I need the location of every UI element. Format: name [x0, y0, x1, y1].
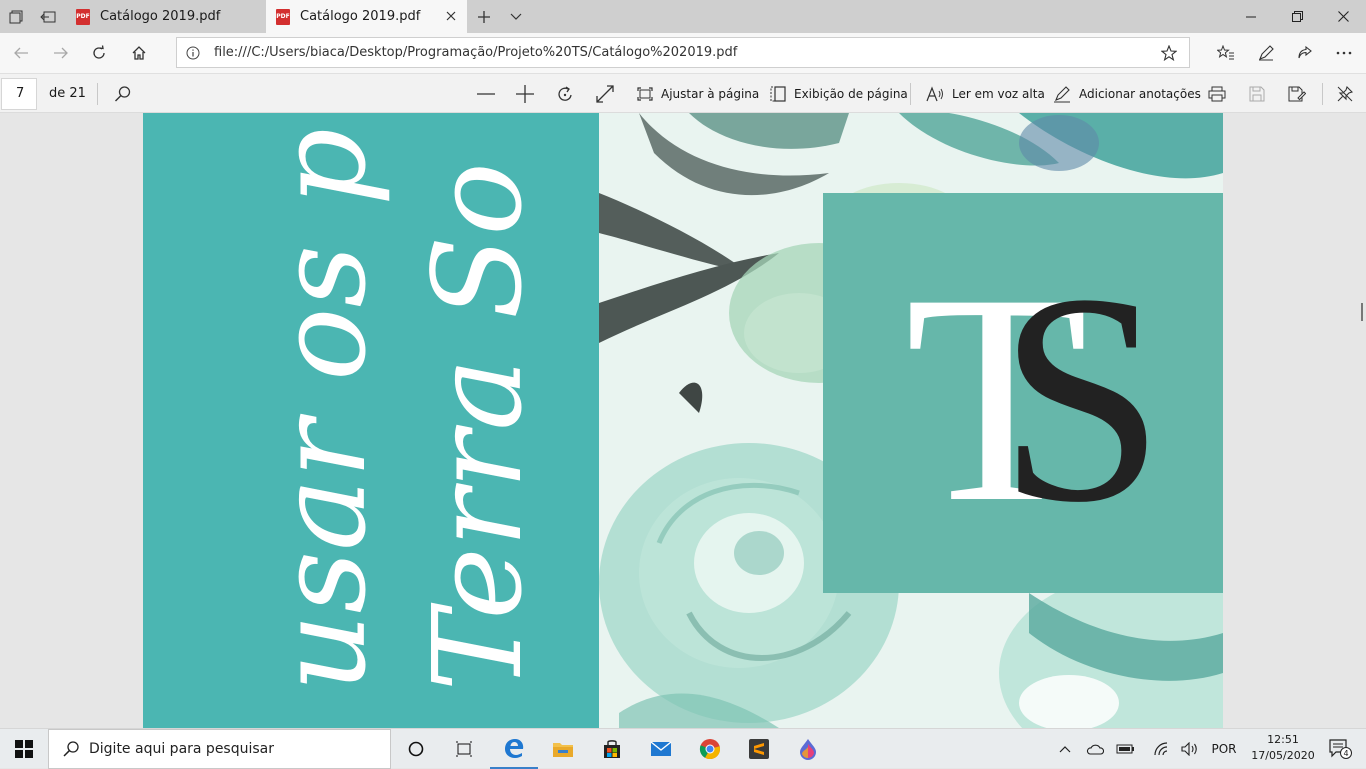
annotate-pen-icon	[1054, 86, 1070, 103]
notification-count: 4	[1343, 749, 1348, 758]
onedrive-cloud-icon[interactable]	[1083, 729, 1107, 769]
annotate-label: Adicionar anotações	[1079, 87, 1201, 101]
fit-page-button[interactable]: Ajustar à página	[637, 78, 759, 110]
new-tab-icon[interactable]	[468, 0, 500, 33]
windows-taskbar: Digite aqui para pesquisar POR 12:51 17/…	[0, 728, 1366, 769]
tab-catalogo-2[interactable]: PDF Catálogo 2019.pdf	[266, 0, 467, 33]
rotate-icon[interactable]	[556, 78, 574, 110]
search-placeholder: Digite aqui para pesquisar	[89, 741, 275, 757]
page-total-label: de 21	[49, 86, 86, 101]
system-clock[interactable]: 12:51 17/05/2020	[1243, 732, 1323, 764]
tab-label: Catálogo 2019.pdf	[300, 9, 421, 24]
set-tabs-aside-icon[interactable]	[32, 0, 64, 33]
restore-button[interactable]	[1274, 0, 1320, 33]
clock-time: 12:51	[1267, 733, 1299, 746]
file-explorer-icon[interactable]	[539, 729, 587, 769]
save-icon[interactable]	[1249, 78, 1265, 110]
close-tab-icon[interactable]	[443, 8, 459, 24]
pdf-toolbar: 7 de 21 Ajustar à página Exibição de pág…	[0, 73, 1366, 113]
sublime-text-icon[interactable]	[735, 729, 783, 769]
refresh-button[interactable]	[80, 37, 118, 69]
pdf-viewport[interactable]: e usar os p a Terra So T S	[0, 113, 1366, 728]
tab-bar: PDF Catálogo 2019.pdf PDF Catálogo 2019.…	[0, 0, 1366, 33]
page-view-icon	[770, 86, 786, 102]
favorites-hub-icon[interactable]	[1207, 37, 1245, 69]
more-options-icon[interactable]	[1325, 37, 1363, 69]
read-aloud-button[interactable]: Ler em voz alta	[926, 78, 1045, 110]
volume-icon[interactable]	[1178, 729, 1202, 769]
microsoft-store-icon[interactable]	[588, 729, 636, 769]
close-window-button[interactable]	[1320, 0, 1366, 33]
toolbar-divider	[97, 83, 98, 105]
search-icon	[63, 741, 79, 757]
web-note-pen-icon[interactable]	[1247, 37, 1285, 69]
address-bar[interactable]: file:///C:/Users/biaca/Desktop/Programaç…	[176, 37, 1190, 68]
zoom-in-icon[interactable]	[516, 78, 534, 110]
back-button[interactable]	[2, 37, 40, 69]
add-notes-button[interactable]: Adicionar anotações	[1053, 78, 1201, 110]
paint-3d-icon[interactable]	[784, 729, 832, 769]
chrome-icon[interactable]	[686, 729, 734, 769]
url-text[interactable]: file:///C:/Users/biaca/Desktop/Programaç…	[214, 45, 737, 60]
tab-actions-icon[interactable]	[0, 0, 32, 33]
ts-logo-monogram: T S	[905, 232, 1165, 564]
script-text-line-2: a Terra So	[407, 162, 549, 728]
toolbar-divider	[910, 83, 911, 105]
forward-button[interactable]	[42, 37, 80, 69]
search-icon[interactable]	[114, 78, 132, 110]
taskbar-search-box[interactable]: Digite aqui para pesquisar	[48, 729, 391, 769]
clock-date: 17/05/2020	[1251, 749, 1315, 762]
input-language[interactable]: POR	[1205, 729, 1243, 769]
battery-icon[interactable]	[1114, 729, 1138, 769]
tab-preview-chevron-down-icon[interactable]	[500, 0, 532, 33]
tab-catalogo-1[interactable]: PDF Catálogo 2019.pdf	[66, 0, 266, 33]
action-center-icon[interactable]: 4	[1320, 729, 1360, 769]
pdf-page: e usar os p a Terra So T S	[143, 113, 1223, 728]
read-aloud-label: Ler em voz alta	[952, 87, 1045, 101]
show-hidden-icons-chevron-up-icon[interactable]	[1055, 729, 1075, 769]
page-number-input[interactable]: 7	[1, 78, 37, 110]
logo-letter-s: S	[998, 232, 1165, 564]
page-view-button[interactable]: Exibição de página	[770, 78, 908, 110]
start-button[interactable]	[0, 729, 48, 769]
pdf-file-icon: PDF	[276, 8, 290, 25]
windows-logo-icon	[15, 740, 33, 758]
favorite-star-icon[interactable]	[1160, 44, 1178, 64]
read-aloud-icon	[926, 86, 943, 102]
fit-page-label: Ajustar à página	[661, 87, 760, 101]
fullscreen-expand-icon[interactable]	[596, 78, 614, 110]
teal-text-panel: e usar os p a Terra So	[143, 113, 599, 728]
share-icon[interactable]	[1286, 37, 1324, 69]
page-view-label: Exibição de página	[794, 87, 908, 101]
home-button[interactable]	[120, 37, 158, 69]
toolbar-divider	[1322, 83, 1323, 105]
navigation-bar: file:///C:/Users/biaca/Desktop/Programaç…	[0, 33, 1366, 73]
pdf-file-icon: PDF	[76, 8, 90, 25]
site-info-icon[interactable]	[186, 46, 200, 63]
vertical-scrollbar-thumb[interactable]	[1361, 303, 1363, 321]
fit-page-icon	[637, 87, 653, 101]
ts-logo-box: T S	[823, 193, 1223, 593]
task-view-icon[interactable]	[440, 729, 488, 769]
print-icon[interactable]	[1208, 78, 1226, 110]
tab-label: Catálogo 2019.pdf	[100, 9, 221, 24]
mail-icon[interactable]	[637, 729, 685, 769]
wifi-icon[interactable]	[1149, 729, 1173, 769]
edge-taskbar-icon[interactable]	[490, 729, 538, 769]
zoom-out-icon[interactable]	[477, 78, 495, 110]
cortana-icon[interactable]	[392, 729, 440, 769]
minimize-button[interactable]	[1228, 0, 1274, 33]
pin-toolbar-icon[interactable]	[1337, 78, 1353, 110]
save-as-icon[interactable]	[1288, 78, 1306, 110]
script-text-line-1: e usar os p	[251, 128, 393, 728]
